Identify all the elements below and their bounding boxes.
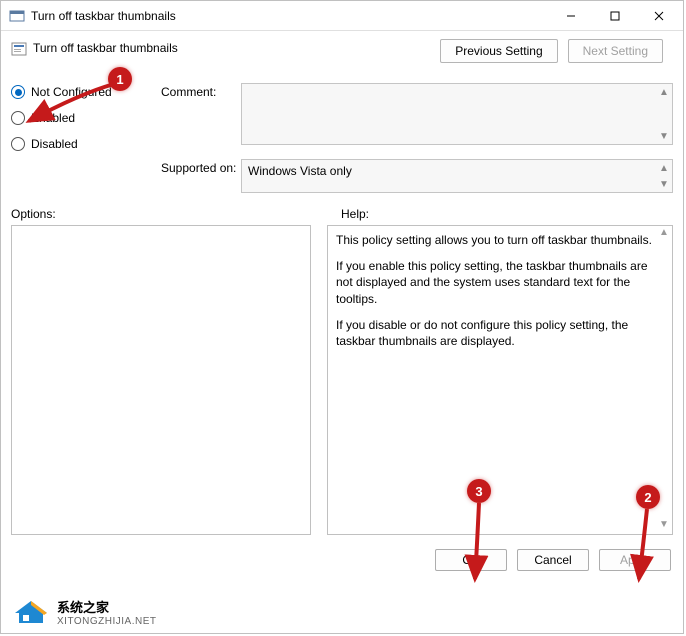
help-paragraph: If you enable this policy setting, the t…: [336, 258, 652, 307]
scroll-down-icon[interactable]: ▼: [656, 176, 672, 192]
fields-grid: Comment: ▲ ▼ Supported on: Windows Vista…: [161, 83, 673, 193]
scroll-down-icon[interactable]: ▼: [656, 128, 672, 144]
supported-on-label: Supported on:: [161, 159, 241, 175]
comment-textarea[interactable]: ▲ ▼: [241, 83, 673, 145]
close-button[interactable]: [637, 2, 681, 30]
annotation-badge-3: 3: [467, 479, 491, 503]
annotation-arrow-3: [457, 501, 497, 587]
policy-name: Turn off taskbar thumbnails: [33, 39, 178, 55]
policy-editor-window: Turn off taskbar thumbnails Turn off tas…: [0, 0, 684, 634]
scroll-up-icon[interactable]: ▲: [656, 226, 672, 242]
maximize-button[interactable]: [593, 2, 637, 30]
scroll-up-icon[interactable]: ▲: [656, 84, 672, 100]
supported-scroll: ▲ ▼: [656, 160, 672, 192]
options-label: Options:: [11, 207, 311, 221]
policy-icon: [11, 41, 27, 57]
annotation-arrow-1: [19, 79, 119, 139]
window-title: Turn off taskbar thumbnails: [31, 9, 549, 23]
comment-scroll: ▲ ▼: [656, 84, 672, 144]
help-paragraph: If you disable or do not configure this …: [336, 317, 652, 349]
panels-row: This policy setting allows you to turn o…: [1, 225, 683, 543]
watermark: 系统之家 XITONGZHIJIA.NET: [11, 597, 157, 627]
section-labels-row: Options: Help:: [1, 193, 683, 225]
window-controls: [549, 2, 681, 30]
radio-label: Disabled: [31, 137, 78, 151]
radio-disabled[interactable]: Disabled: [11, 137, 161, 151]
scroll-up-icon[interactable]: ▲: [656, 160, 672, 176]
comment-label: Comment:: [161, 83, 241, 99]
annotation-badge-2: 2: [636, 485, 660, 509]
watermark-domain: XITONGZHIJIA.NET: [57, 616, 157, 627]
policy-header: Turn off taskbar thumbnails Previous Set…: [1, 31, 683, 67]
app-icon: [9, 8, 25, 24]
annotation-badge-1: 1: [108, 67, 132, 91]
previous-setting-button[interactable]: Previous Setting: [440, 39, 557, 63]
dialog-button-row: OK Cancel Apply: [1, 543, 683, 577]
titlebar: Turn off taskbar thumbnails: [1, 1, 683, 31]
supported-on-value: Windows Vista only: [248, 164, 352, 178]
radio-indicator-icon: [11, 137, 25, 151]
minimize-button[interactable]: [549, 2, 593, 30]
nav-buttons: Previous Setting Next Setting: [440, 39, 673, 63]
options-panel: [11, 225, 311, 535]
annotation-arrow-2: [625, 507, 665, 587]
help-scrollbar: ▲ ▼: [656, 226, 672, 534]
watermark-name: 系统之家: [57, 597, 157, 616]
help-label: Help:: [341, 207, 673, 221]
supported-on-box: Windows Vista only ▲ ▼: [241, 159, 673, 193]
next-setting-button[interactable]: Next Setting: [568, 39, 663, 63]
watermark-logo-icon: [11, 597, 51, 627]
help-panel: This policy setting allows you to turn o…: [327, 225, 673, 535]
help-paragraph: This policy setting allows you to turn o…: [336, 232, 652, 248]
watermark-text: 系统之家 XITONGZHIJIA.NET: [57, 597, 157, 627]
cancel-button[interactable]: Cancel: [517, 549, 589, 571]
